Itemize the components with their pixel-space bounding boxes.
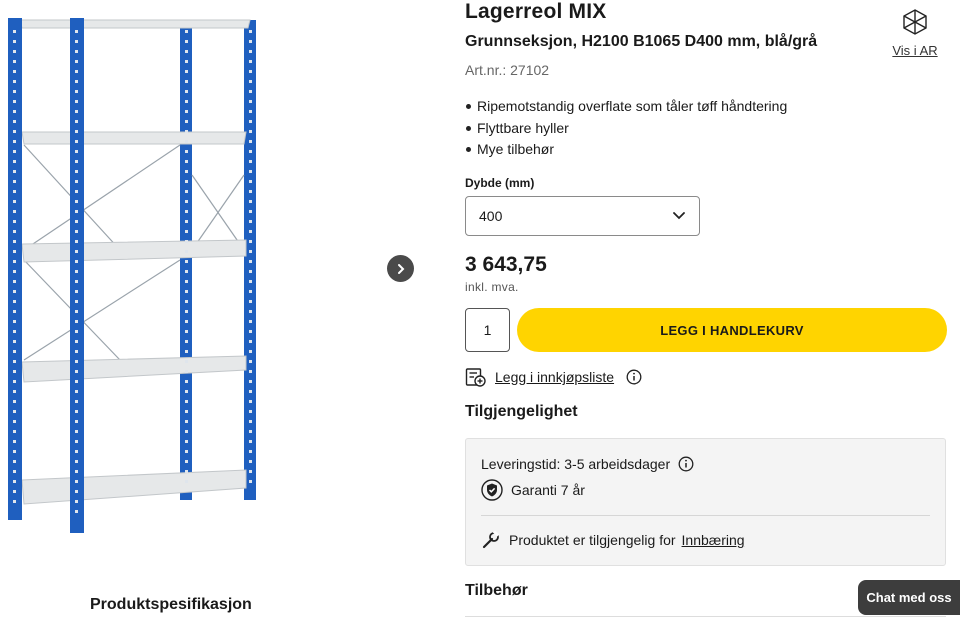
availability-heading: Tilgjengelighet xyxy=(465,403,578,420)
shopping-list-icon xyxy=(465,368,486,387)
depth-label: Dybde (mm) xyxy=(465,176,535,190)
info-icon[interactable] xyxy=(678,456,694,472)
chevron-right-icon xyxy=(397,263,404,274)
warranty-row: Garanti 7 år xyxy=(481,479,585,501)
accessories-heading[interactable]: Tilbehør xyxy=(465,582,528,600)
chevron-down-icon xyxy=(673,212,685,220)
shopping-list-row: Legg i innkjøpsliste xyxy=(465,367,642,387)
warranty-text: Garanti 7 år xyxy=(511,482,585,498)
article-number: Art.nr.: 27102 xyxy=(465,62,550,78)
quantity-input[interactable]: 1 xyxy=(465,308,510,352)
product-subtitle: Grunnseksjon, H2100 B1065 D400 mm, blå/g… xyxy=(465,33,818,50)
view-in-ar-label: Vis i AR xyxy=(892,43,938,58)
wrench-icon xyxy=(482,530,500,549)
add-to-shopping-list-link[interactable]: Legg i innkjøpsliste xyxy=(495,369,614,385)
carry-in-link[interactable]: Innbæring xyxy=(682,532,745,548)
divider xyxy=(465,616,946,617)
ar-cube-icon xyxy=(903,9,927,35)
product-gallery xyxy=(0,0,420,580)
info-icon[interactable] xyxy=(626,369,642,385)
tab-product-specification[interactable]: Produktspesifikasjon xyxy=(90,596,252,614)
feature-list: Ripemotstandig overflate som tåler tøff … xyxy=(465,96,787,161)
carry-in-row: Produktet er tilgjengelig for Innbæring xyxy=(481,530,745,550)
add-to-cart-button[interactable]: LEGG I HANDLEKURV xyxy=(517,308,947,352)
availability-box: Leveringstid: 3-5 arbeidsdager Garanti 7… xyxy=(465,438,946,566)
vat-note: inkl. mva. xyxy=(465,280,519,294)
feature-item: Ripemotstandig overflate som tåler tøff … xyxy=(465,96,787,118)
depth-select[interactable]: 400 xyxy=(465,196,700,236)
delivery-time-row: Leveringstid: 3-5 arbeidsdager xyxy=(481,456,694,472)
product-image-shelving xyxy=(8,18,256,533)
shield-check-icon xyxy=(481,479,503,501)
product-title: Lagerreol MIX xyxy=(465,0,607,23)
price: 3 643,75 xyxy=(465,253,547,276)
view-in-ar-button[interactable]: Vis i AR xyxy=(892,8,938,58)
feature-item: Flyttbare hyller xyxy=(465,118,787,140)
next-image-button[interactable] xyxy=(387,255,414,282)
depth-select-value: 400 xyxy=(479,208,503,224)
divider xyxy=(481,515,930,516)
chat-button[interactable]: Chat med oss xyxy=(858,580,960,615)
delivery-time-text: Leveringstid: 3-5 arbeidsdager xyxy=(481,456,671,472)
carry-in-text: Produktet er tilgjengelig for xyxy=(509,532,676,548)
feature-item: Mye tilbehør xyxy=(465,139,787,161)
